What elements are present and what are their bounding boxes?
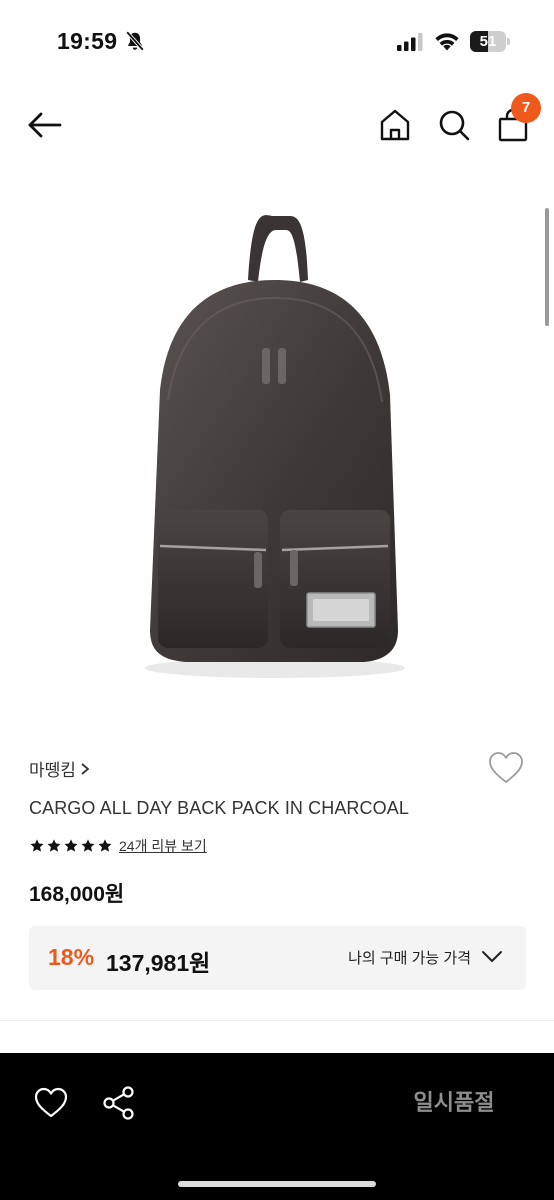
bell-muted-icon — [125, 31, 145, 51]
pocket-pull-right — [290, 550, 298, 586]
cart-count-badge: 7 — [511, 93, 541, 123]
battery-indicator: 51 — [470, 31, 510, 52]
share-button[interactable] — [102, 1085, 136, 1121]
star-icon — [98, 839, 112, 852]
arrow-left-icon — [28, 112, 62, 138]
star-icon — [64, 839, 78, 852]
bag-metal-plate-inner — [313, 599, 369, 621]
star-icon — [30, 839, 44, 852]
product-image[interactable] — [0, 170, 554, 730]
soldout-button[interactable]: 일시품절 — [396, 1085, 512, 1121]
star-icon — [47, 839, 61, 852]
brand-name: 마뗑킴 — [29, 761, 76, 780]
wishlist-button[interactable] — [487, 750, 525, 786]
status-time: 19:59 — [57, 28, 118, 54]
battery-body: 51 — [470, 31, 506, 52]
image-scroll-indicator — [545, 208, 549, 326]
home-icon — [380, 109, 410, 141]
back-button[interactable] — [26, 108, 64, 142]
wifi-icon — [435, 33, 459, 51]
brand-link[interactable]: 마뗑킴 — [29, 756, 90, 781]
original-price: 168,000원 — [29, 883, 125, 906]
discount-price: 137,981원 — [106, 950, 211, 976]
product-name: CARGO ALL DAY BACK PACK IN CHARCOAL — [29, 798, 409, 818]
bag-zipper-pull-right — [278, 348, 286, 384]
pocket-pull-left — [254, 552, 262, 588]
chevron-right-icon — [81, 762, 90, 775]
section-divider — [0, 1020, 554, 1021]
rating-stars — [29, 838, 113, 854]
star-icon — [81, 839, 95, 852]
battery-percent: 51 — [479, 33, 497, 50]
status-bar: 19:59 51 — [0, 0, 554, 84]
battery-cap — [507, 38, 510, 45]
heart-outline-icon — [34, 1087, 68, 1118]
share-icon — [103, 1086, 134, 1120]
top-nav-bar — [0, 90, 554, 160]
bottom-action-bar: 일시품절 — [0, 1053, 554, 1200]
search-button[interactable] — [437, 108, 471, 142]
cellular-signal-icon — [397, 33, 423, 51]
bag-pocket-left — [158, 510, 268, 648]
bag-zipper-pull-left — [262, 348, 270, 384]
discount-rate: 18% — [48, 944, 95, 970]
chevron-down-icon — [482, 951, 502, 962]
rating-row: 24개 리뷰 보기 — [29, 836, 207, 856]
bottom-wishlist-button[interactable] — [33, 1086, 69, 1120]
discount-price-box: 18% 137,981원 나의 구매 가능 가격 — [29, 926, 526, 990]
search-icon — [439, 110, 470, 141]
home-indicator — [178, 1181, 376, 1187]
home-button[interactable] — [378, 108, 412, 142]
my-price-dropdown[interactable]: 나의 구매 가능 가격 — [348, 942, 503, 972]
bag-handle — [248, 215, 308, 282]
my-price-label: 나의 구매 가능 가격 — [348, 949, 471, 967]
heart-outline-icon — [489, 752, 523, 783]
review-link[interactable]: 24개 리뷰 보기 — [119, 836, 207, 856]
